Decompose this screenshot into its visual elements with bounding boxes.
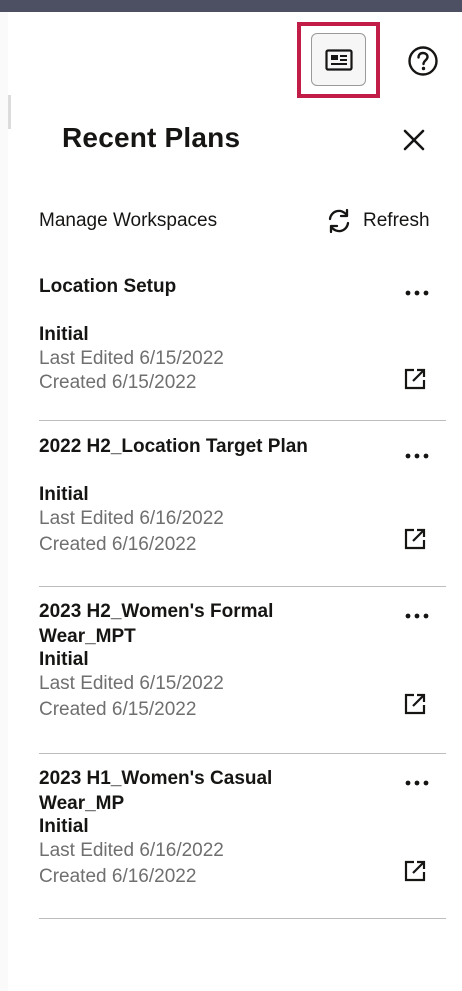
plan-created: Created 6/16/2022: [39, 534, 197, 555]
left-divider: [8, 95, 11, 129]
plan-last-edited: Last Edited 6/15/2022: [39, 673, 224, 694]
help-circle-icon: [408, 46, 438, 76]
more-actions-button[interactable]: [399, 280, 435, 306]
plan-state: Initial: [39, 816, 89, 837]
plan-name[interactable]: Location Setup: [39, 274, 349, 299]
plan-name[interactable]: 2023 H2_Women's Formal Wear_MPT: [39, 599, 349, 649]
open-external-icon: [404, 693, 426, 715]
plan-created: Created 6/15/2022: [39, 372, 197, 393]
ellipsis-icon: [405, 290, 429, 296]
help-button[interactable]: [406, 44, 440, 78]
more-actions-button[interactable]: [399, 603, 435, 629]
refresh-label: Refresh: [363, 210, 430, 231]
close-icon: [403, 129, 425, 151]
open-plan-button[interactable]: [401, 525, 429, 553]
more-actions-button[interactable]: [399, 770, 435, 796]
refresh-icon: [328, 208, 350, 234]
manage-workspaces-link[interactable]: Manage Workspaces: [39, 210, 217, 232]
plan-list: Location Setup Initial Last Edited 6/15/…: [39, 270, 446, 919]
plan-item[interactable]: 2022 H2_Location Target Plan Initial Las…: [39, 421, 446, 587]
plan-state: Initial: [39, 324, 89, 345]
open-external-icon: [404, 528, 426, 550]
plan-created: Created 6/15/2022: [39, 699, 197, 720]
plan-item[interactable]: Location Setup Initial Last Edited 6/15/…: [39, 270, 446, 421]
open-plan-button[interactable]: [401, 857, 429, 885]
ellipsis-icon: [405, 613, 429, 619]
plan-name[interactable]: 2022 H2_Location Target Plan: [39, 434, 349, 459]
refresh-button[interactable]: Refresh: [325, 204, 430, 238]
panel-title: Recent Plans: [62, 122, 241, 153]
plan-name[interactable]: 2023 H1_Women's Casual Wear_MP: [39, 766, 349, 816]
plan-state: Initial: [39, 649, 89, 670]
panel-card-icon: [324, 48, 353, 71]
ellipsis-icon: [405, 780, 429, 786]
open-plan-button[interactable]: [401, 690, 429, 718]
more-actions-button[interactable]: [399, 443, 435, 469]
plan-state: Initial: [39, 484, 89, 505]
left-edge: [0, 12, 8, 991]
ellipsis-icon: [405, 453, 429, 459]
open-external-icon: [404, 368, 426, 390]
recent-plans-toggle-button[interactable]: [311, 33, 366, 86]
plan-last-edited: Last Edited 6/15/2022: [39, 348, 224, 369]
plan-created: Created 6/16/2022: [39, 866, 197, 887]
plan-last-edited: Last Edited 6/16/2022: [39, 840, 224, 861]
top-bar: [0, 0, 462, 12]
plan-item[interactable]: 2023 H1_Women's Casual Wear_MP Initial L…: [39, 754, 446, 919]
close-button[interactable]: [398, 124, 430, 156]
plan-last-edited: Last Edited 6/16/2022: [39, 508, 224, 529]
plan-item[interactable]: 2023 H2_Women's Formal Wear_MPT Initial …: [39, 587, 446, 754]
open-external-icon: [404, 860, 426, 882]
open-plan-button[interactable]: [401, 365, 429, 393]
